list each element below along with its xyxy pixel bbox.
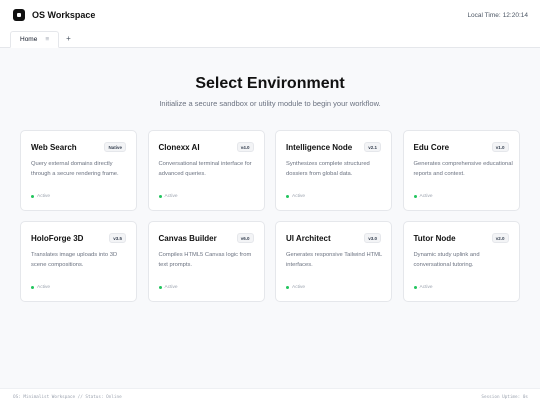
status-indicator: Active xyxy=(413,285,433,290)
status-dot-icon xyxy=(31,286,34,289)
card-title: Tutor Node xyxy=(413,233,456,243)
add-tab-button[interactable]: + xyxy=(66,34,71,43)
card-title: UI Architect xyxy=(286,233,331,243)
version-badge: v2.0 xyxy=(491,233,509,243)
local-time: Local Time: 12:20:14 xyxy=(467,12,528,19)
status-indicator: Active xyxy=(31,194,50,199)
status-indicator: Active xyxy=(158,285,178,290)
local-time-label: Local Time: xyxy=(467,11,501,19)
card-clonexx-ai[interactable]: Clonexx AI v4.0 Conversational terminal i… xyxy=(147,130,265,211)
status-dot-icon xyxy=(31,195,34,198)
status-indicator: Active xyxy=(286,194,305,199)
page-title: Select Environment xyxy=(195,75,345,92)
environment-grid: Web Search Native Query external domains … xyxy=(20,130,520,302)
version-badge: v3.0 xyxy=(364,233,381,243)
card-intelligence-node[interactable]: Intelligence Node v2.1 Synthesizes comple… xyxy=(275,130,392,211)
tab-home[interactable]: Home ≡ xyxy=(10,31,60,48)
card-description: Synthesizes complete structured dossiers… xyxy=(286,161,370,177)
card-title: Clonexx AI xyxy=(158,142,200,152)
status-dot-icon xyxy=(413,286,417,289)
card-title: HoloForge 3D xyxy=(31,233,84,243)
status-text: Active xyxy=(419,194,433,199)
status-dot-icon xyxy=(286,286,289,289)
card-holoforge-3d[interactable]: HoloForge 3D v3.5 Translates image upload… xyxy=(20,221,137,302)
card-tutor-node[interactable]: Tutor Node v2.0 Dynamic study uplink and … xyxy=(402,221,520,302)
tab-menu-icon[interactable]: ≡ xyxy=(45,36,49,43)
local-time-value: 12:20:14 xyxy=(502,11,528,19)
status-dot-icon xyxy=(158,195,162,198)
card-title: Canvas Builder xyxy=(158,233,217,243)
main-content: Select Environment Initialize a secure s… xyxy=(0,48,540,388)
status-indicator: Active xyxy=(413,194,433,199)
status-dot-icon xyxy=(286,195,289,198)
version-badge: v1.0 xyxy=(491,142,509,152)
card-description: Query external domains directly through … xyxy=(31,161,119,177)
card-web-search[interactable]: Web Search Native Query external domains … xyxy=(20,130,137,211)
status-indicator: Active xyxy=(286,285,305,290)
status-text: Active xyxy=(164,194,178,199)
brand: OS Workspace xyxy=(13,9,95,21)
version-badge: v4.0 xyxy=(236,142,254,152)
top-bar: OS Workspace Local Time: 12:20:14 xyxy=(0,0,540,30)
footer-status: OS: Minimalist Workspace // Status: Onli… xyxy=(13,394,122,400)
version-badge: v2.1 xyxy=(364,142,381,152)
card-ui-architect[interactable]: UI Architect v3.0 Generates responsive Ta… xyxy=(275,221,392,302)
card-description: Translates image uploads into 3D scene c… xyxy=(31,252,118,268)
card-description: Compiles HTML5 Canvas logic from text pr… xyxy=(158,252,252,268)
footer-uptime: Session Uptime: 0s xyxy=(481,394,528,400)
status-text: Active xyxy=(292,194,306,199)
page-subtitle: Initialize a secure sandbox or utility m… xyxy=(159,99,381,108)
status-text: Active xyxy=(37,285,51,290)
status-footer: OS: Minimalist Workspace // Status: Onli… xyxy=(0,388,540,405)
status-text: Active xyxy=(37,194,51,199)
app-title: OS Workspace xyxy=(32,10,96,20)
app-logo-icon xyxy=(13,9,25,21)
card-canvas-builder[interactable]: Canvas Builder v6.0 Compiles HTML5 Canvas… xyxy=(147,221,265,302)
card-description: Generates comprehensive educational repo… xyxy=(413,161,513,177)
card-title: Intelligence Node xyxy=(286,142,353,152)
status-text: Active xyxy=(292,285,306,290)
version-badge: Native xyxy=(104,142,126,152)
version-badge: v6.0 xyxy=(236,233,254,243)
status-text: Active xyxy=(164,285,178,290)
card-description: Conversational terminal interface for ad… xyxy=(158,161,252,177)
status-dot-icon xyxy=(158,286,162,289)
version-badge: v3.5 xyxy=(109,233,126,243)
card-description: Dynamic study uplink and conversational … xyxy=(413,252,480,268)
card-title: Edu Core xyxy=(413,142,450,152)
card-title: Web Search xyxy=(31,142,77,152)
card-edu-core[interactable]: Edu Core v1.0 Generates comprehensive edu… xyxy=(402,130,520,211)
status-dot-icon xyxy=(413,195,417,198)
status-indicator: Active xyxy=(158,194,178,199)
status-indicator: Active xyxy=(31,285,50,290)
tab-bar: Home ≡ + xyxy=(0,30,540,48)
tab-label: Home xyxy=(20,36,38,43)
status-text: Active xyxy=(419,285,433,290)
card-description: Generates responsive Tailwind HTML inter… xyxy=(286,252,383,268)
